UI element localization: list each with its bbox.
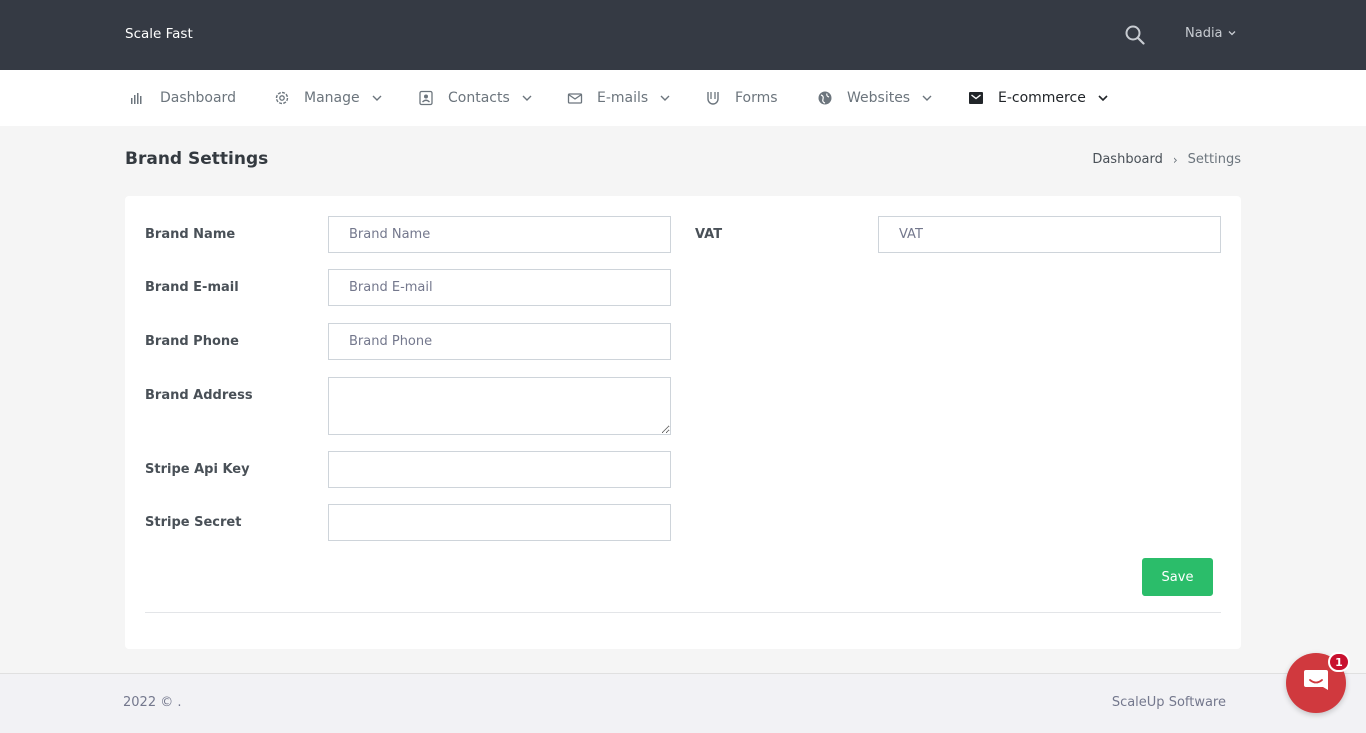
vat-input[interactable] <box>878 216 1221 253</box>
bar-chart-icon <box>130 90 146 106</box>
main-nav: Dashboard Manage Contacts E-mails Forms … <box>0 70 1366 126</box>
user-menu[interactable]: Nadia <box>1185 26 1236 41</box>
nav-item-label: Websites <box>847 90 911 106</box>
brand-email-input[interactable] <box>328 269 671 306</box>
nav-item-dashboard[interactable]: Dashboard <box>130 70 236 126</box>
footer-company[interactable]: ScaleUp Software <box>1112 695 1226 710</box>
save-button[interactable]: Save <box>1142 558 1213 596</box>
nav-item-contacts[interactable]: Contacts <box>418 70 532 126</box>
search-icon[interactable] <box>1124 24 1146 46</box>
top-bar: Scale Fast Nadia <box>0 0 1366 70</box>
brand-settings-card: Brand Name VAT Brand E-mail Brand Phone … <box>125 196 1241 649</box>
breadcrumb-separator: › <box>1172 152 1178 167</box>
nav-item-forms[interactable]: Forms <box>705 70 778 126</box>
nav-item-label: E-mails <box>597 90 649 106</box>
nav-item-label: Contacts <box>448 90 510 106</box>
chat-notification-badge: 1 <box>1328 652 1350 672</box>
page-title: Brand Settings <box>125 149 269 169</box>
brand-email-label: Brand E-mail <box>145 280 239 295</box>
user-name: Nadia <box>1185 26 1223 41</box>
chevron-down-icon <box>1098 93 1108 103</box>
nav-item-label: Manage <box>304 90 360 106</box>
stripe-secret-label: Stripe Secret <box>145 515 242 530</box>
chevron-down-icon <box>372 93 382 103</box>
chevron-down-icon <box>660 93 670 103</box>
contact-card-icon <box>418 90 434 106</box>
envelope-filled-icon <box>968 90 984 106</box>
envelope-open-icon <box>567 90 583 106</box>
nav-item-ecommerce[interactable]: E-commerce <box>968 70 1108 126</box>
brand-name-input[interactable] <box>328 216 671 253</box>
gear-icon <box>274 90 290 106</box>
nav-item-label: E-commerce <box>998 90 1086 106</box>
breadcrumb-dashboard[interactable]: Dashboard <box>1092 152 1163 167</box>
nav-item-emails[interactable]: E-mails <box>567 70 670 126</box>
chevron-down-icon <box>1228 26 1236 41</box>
nav-item-websites[interactable]: Websites <box>817 70 932 126</box>
brand-name-label: Brand Name <box>145 227 236 242</box>
brand-address-label: Brand Address <box>145 388 253 403</box>
breadcrumb: Dashboard › Settings <box>1092 152 1241 167</box>
nav-item-label: Dashboard <box>160 90 236 106</box>
app-brand[interactable]: Scale Fast <box>125 26 193 42</box>
stripe-api-key-input[interactable] <box>328 451 671 488</box>
breadcrumb-current: Settings <box>1187 152 1241 167</box>
vat-label: VAT <box>695 227 723 242</box>
brand-phone-input[interactable] <box>328 323 671 360</box>
stripe-api-key-label: Stripe Api Key <box>145 462 250 477</box>
magnet-icon <box>705 90 721 106</box>
nav-item-label: Forms <box>735 90 778 106</box>
stripe-secret-input[interactable] <box>328 504 671 541</box>
globe-icon <box>817 90 833 106</box>
footer-copyright: 2022 © . <box>123 695 182 710</box>
chat-bubble-icon <box>1301 666 1331 700</box>
card-divider <box>145 612 1221 613</box>
chevron-down-icon <box>522 93 532 103</box>
footer: 2022 © . ScaleUp Software <box>0 673 1366 733</box>
brand-phone-label: Brand Phone <box>145 334 239 349</box>
nav-item-manage[interactable]: Manage <box>274 70 382 126</box>
chevron-down-icon <box>922 93 932 103</box>
brand-address-textarea[interactable] <box>328 377 671 435</box>
